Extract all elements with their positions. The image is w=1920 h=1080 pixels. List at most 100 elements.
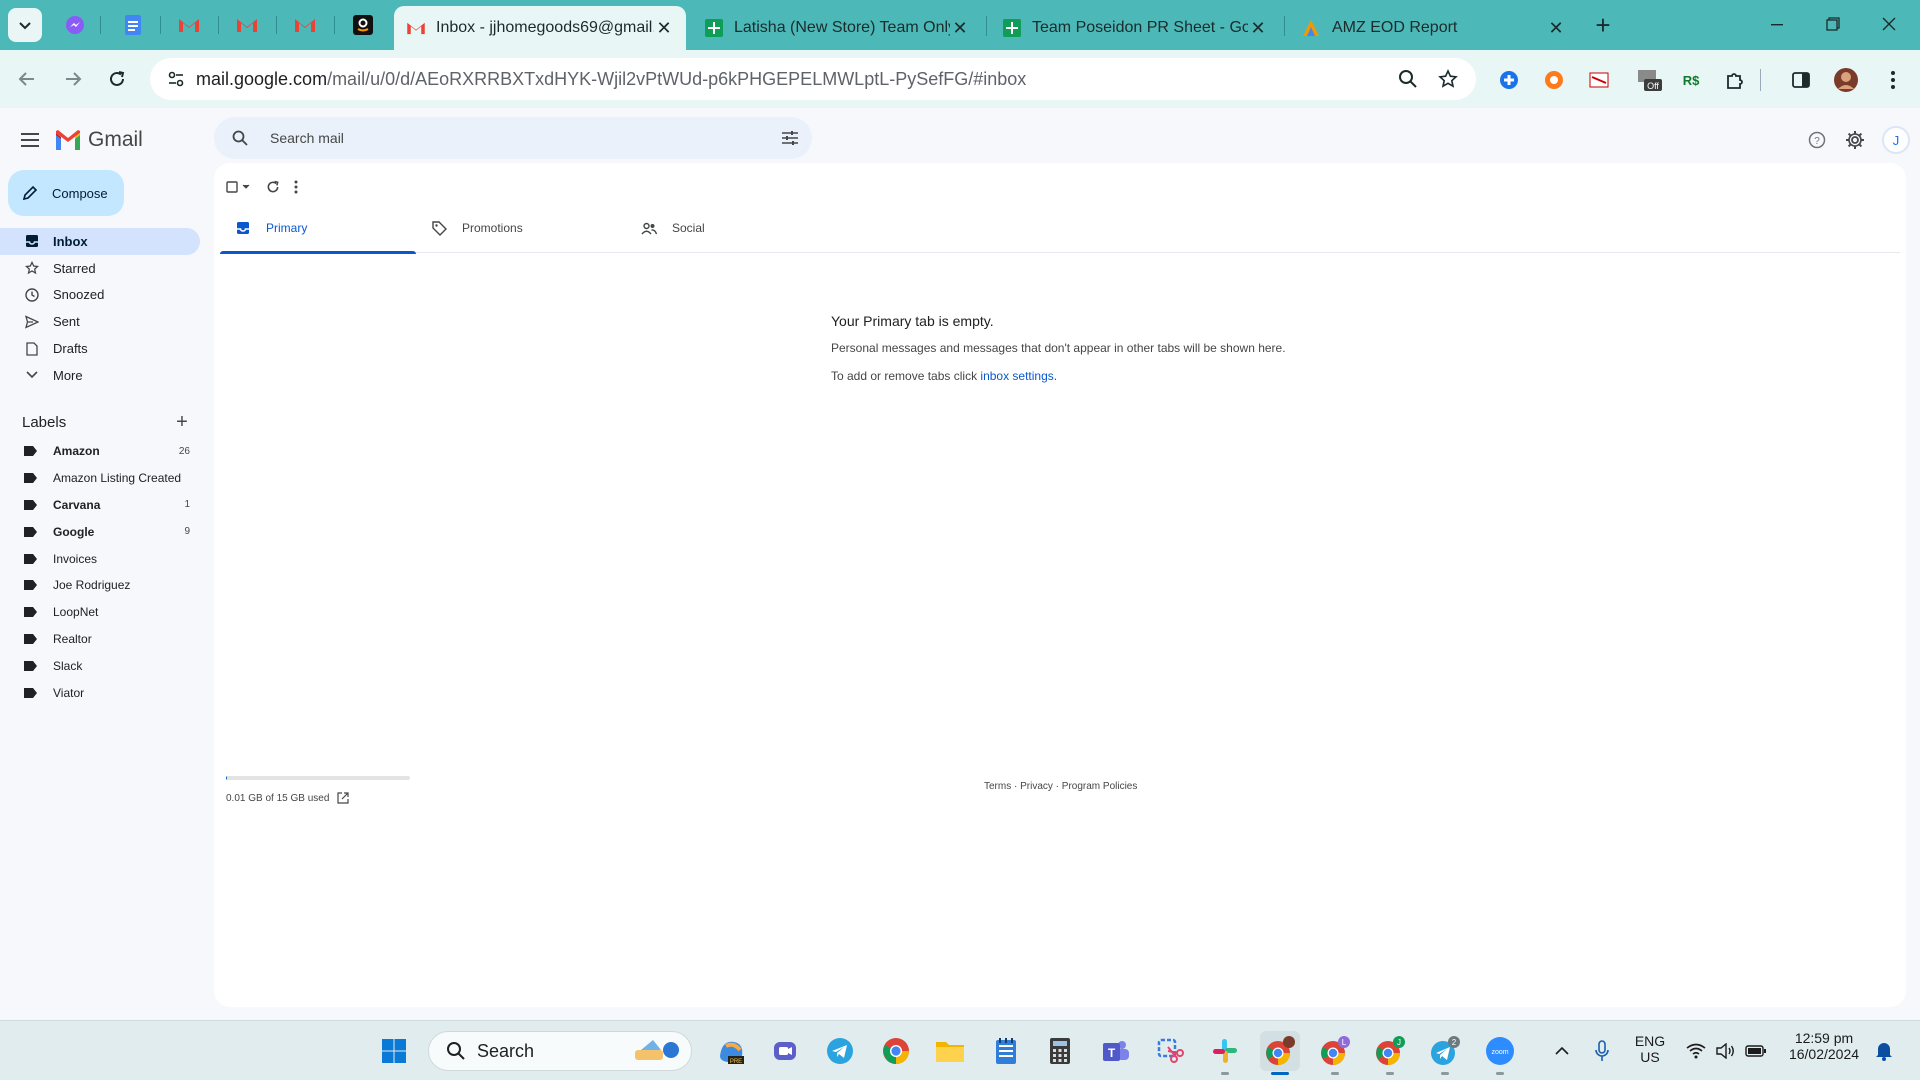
zoom-icon[interactable]: zoom <box>1480 1031 1520 1071</box>
extensions-puzzle-icon[interactable] <box>1722 67 1748 93</box>
pinned-tab-docs[interactable] <box>114 9 152 41</box>
telegram-icon[interactable] <box>820 1031 860 1071</box>
label-item-amazon-listing-created[interactable]: Amazon Listing Created <box>0 465 200 492</box>
back-button[interactable] <box>10 62 44 96</box>
tab-search-button[interactable] <box>8 8 42 42</box>
search-input[interactable] <box>270 130 768 146</box>
star-icon <box>22 258 42 278</box>
label-item-amazon[interactable]: Amazon 26 <box>0 438 200 465</box>
calculator-icon[interactable] <box>1040 1031 1080 1071</box>
refresh-icon[interactable] <box>266 175 280 199</box>
label-item-joe-rodriguez[interactable]: Joe Rodriguez <box>0 572 200 599</box>
side-panel-icon[interactable] <box>1788 67 1814 93</box>
label-item-realtor[interactable]: Realtor <box>0 626 200 653</box>
battery-icon[interactable] <box>1736 1031 1776 1071</box>
label-item-carvana[interactable]: Carvana 1 <box>0 492 200 519</box>
search-bar[interactable] <box>214 117 812 159</box>
extension-rs-icon[interactable]: R$ <box>1678 67 1704 93</box>
ms-teams-icon[interactable]: T <box>1095 1031 1135 1071</box>
label-item-viator[interactable]: Viator <box>0 679 200 706</box>
support-icon[interactable]: ? <box>1801 124 1833 156</box>
tab-gmail-inbox[interactable]: Inbox - jjhomegoods69@gmail.com - Gmail … <box>394 6 686 50</box>
gmail-logo[interactable]: Gmail <box>54 124 143 156</box>
tab-primary[interactable]: Primary <box>220 203 416 254</box>
microphone-icon[interactable] <box>1582 1031 1622 1071</box>
settings-gear-icon[interactable] <box>1839 124 1871 156</box>
compose-button[interactable]: Compose <box>8 170 124 216</box>
clock[interactable]: 12:59 pm 16/02/2024 <box>1778 1030 1870 1062</box>
pinned-tab-gmail-2[interactable] <box>228 9 266 41</box>
tray-chevron-up-icon[interactable] <box>1542 1031 1582 1071</box>
chrome-profile-3-icon[interactable]: J <box>1370 1031 1410 1071</box>
tab-social[interactable]: Social <box>626 203 836 253</box>
extension-off-icon[interactable]: Off <box>1636 67 1662 93</box>
pinned-tab-gmail-3[interactable] <box>286 9 324 41</box>
nav-item-starred[interactable]: Starred <box>0 255 200 282</box>
pinned-tab-gmail-1[interactable] <box>170 9 208 41</box>
tab-close-icon[interactable]: ✕ <box>950 18 970 38</box>
slack-icon[interactable] <box>1205 1031 1245 1071</box>
tab-close-icon[interactable]: ✕ <box>1546 18 1566 38</box>
search-icon[interactable] <box>220 130 260 146</box>
add-label-icon[interactable]: + <box>170 410 194 434</box>
extension-letter-icon[interactable] <box>1586 67 1612 93</box>
minimize-button[interactable] <box>1754 8 1800 40</box>
site-info-icon[interactable] <box>156 58 196 100</box>
address-bar[interactable]: mail.google.com/mail/u/0/d/AEoRXRRBXTxdH… <box>150 58 1476 100</box>
chrome-profile-2-icon[interactable]: L <box>1315 1031 1355 1071</box>
label-item-google[interactable]: Google 9 <box>0 518 200 545</box>
taskbar-search[interactable]: Search <box>428 1031 692 1071</box>
inbox-settings-link[interactable]: inbox settings <box>980 369 1053 383</box>
teams-chat-icon[interactable] <box>765 1031 805 1071</box>
pinned-tab-amazon[interactable] <box>344 9 382 41</box>
open-in-new-icon[interactable] <box>337 792 350 804</box>
pencil-icon <box>8 185 52 201</box>
tab-close-icon[interactable]: ✕ <box>654 18 674 38</box>
start-windows-icon[interactable] <box>374 1031 414 1071</box>
nav-item-snoozed[interactable]: Snoozed <box>0 282 200 309</box>
snipping-tool-icon[interactable] <box>1150 1031 1190 1071</box>
tab-poseidon-sheet[interactable]: Team Poseidon PR Sheet - Google Sheets ✕ <box>990 6 1280 50</box>
chrome-icon[interactable] <box>876 1031 916 1071</box>
nav-item-drafts[interactable]: Drafts <box>0 335 200 362</box>
extension-blue-icon[interactable] <box>1496 67 1522 93</box>
url-text[interactable]: mail.google.com/mail/u/0/d/AEoRXRRBXTxdH… <box>196 69 1388 90</box>
main-menu-icon[interactable] <box>14 124 46 156</box>
nav-item-sent[interactable]: Sent <box>0 308 200 335</box>
nav-item-more[interactable]: More <box>0 362 200 389</box>
restore-button[interactable] <box>1810 8 1856 40</box>
browser-menu-icon[interactable] <box>1880 67 1906 93</box>
zoom-icon[interactable] <box>1388 59 1428 99</box>
notepad-icon[interactable] <box>986 1031 1026 1071</box>
account-avatar[interactable]: J <box>1882 126 1910 154</box>
select-all-checkbox[interactable] <box>226 175 252 199</box>
tab-promotions[interactable]: Promotions <box>416 203 626 253</box>
tab-amz-eod-report[interactable]: AMZ EOD Report ✕ <box>1288 6 1578 50</box>
running-indicator <box>1331 1072 1339 1075</box>
telegram-badge-icon[interactable]: 2 <box>1425 1031 1465 1071</box>
label-item-loopnet[interactable]: LoopNet <box>0 599 200 626</box>
more-options-icon[interactable] <box>294 175 298 199</box>
nav-item-inbox[interactable]: Inbox <box>0 228 200 255</box>
reload-button[interactable] <box>100 62 134 96</box>
extension-orange-icon[interactable] <box>1541 67 1567 93</box>
label-item-invoices[interactable]: Invoices <box>0 545 200 572</box>
copilot-pre-icon[interactable]: PRE <box>711 1031 751 1071</box>
tab-close-icon[interactable]: ✕ <box>1248 18 1268 38</box>
file-explorer-icon[interactable] <box>930 1031 970 1071</box>
input-language[interactable]: ENG US <box>1628 1033 1672 1065</box>
new-tab-button[interactable]: + <box>1588 10 1618 40</box>
forward-button[interactable] <box>56 62 90 96</box>
empty-state: Your Primary tab is empty. Personal mess… <box>831 313 1631 397</box>
search-options-icon[interactable] <box>768 131 812 145</box>
footer-links[interactable]: Terms · Privacy · Program Policies <box>984 781 1137 792</box>
notification-bell-icon[interactable] <box>1864 1031 1904 1071</box>
pinned-tab-messenger[interactable] <box>56 9 94 41</box>
chrome-profile-1-icon[interactable] <box>1260 1031 1300 1071</box>
svg-text:2: 2 <box>1452 1038 1457 1047</box>
bookmark-star-icon[interactable] <box>1428 59 1468 99</box>
label-item-slack[interactable]: Slack <box>0 652 200 679</box>
profile-avatar[interactable] <box>1833 67 1859 93</box>
tab-latisha-sheet[interactable]: Latisha (New Store) Team Only ✕ <box>692 6 982 50</box>
close-window-button[interactable] <box>1866 8 1912 40</box>
